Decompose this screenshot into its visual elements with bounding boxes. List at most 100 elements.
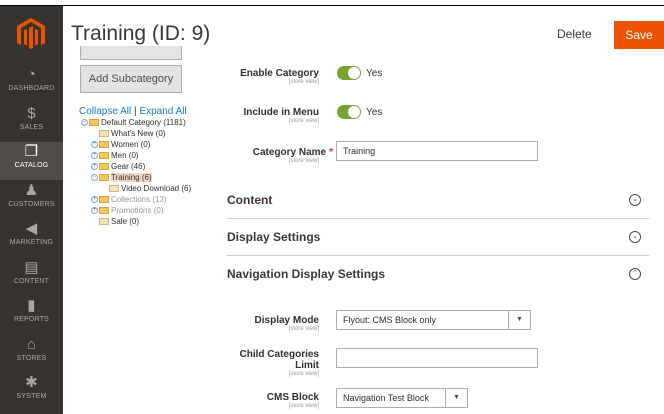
dashboard-icon: ◔ — [26, 66, 37, 83]
link-separator: | — [134, 106, 137, 117]
folder-icon — [99, 163, 109, 171]
tree-node-label: Men (0) — [111, 151, 139, 160]
tree-node[interactable]: + Collections (13) — [91, 194, 167, 205]
sidebar-item-content[interactable]: ▤ CONTENT — [0, 258, 63, 296]
tree-node-label: What's New (0) — [111, 129, 166, 138]
expand-icon[interactable]: + — [91, 207, 98, 215]
display-settings-section[interactable]: Display Settings ⌄ — [227, 219, 649, 256]
tree-node-label: Collections (13) — [111, 195, 167, 204]
cube-icon: ❒ — [24, 143, 39, 160]
required-marker: * — [329, 147, 333, 158]
tree-node[interactable]: + Women (0) — [91, 139, 150, 150]
include-in-menu-label: Include in Menu [store view] — [243, 107, 319, 124]
tree-node-label: Promotions (0) — [111, 206, 164, 215]
content-section-title: Content — [227, 193, 273, 207]
tree-node[interactable]: + Gear (46) — [91, 161, 145, 172]
folder-icon — [99, 196, 109, 204]
delete-button[interactable]: Delete — [557, 27, 592, 41]
folder-icon — [99, 207, 109, 215]
folder-icon — [99, 174, 109, 182]
chevron-down-icon[interactable]: ⌄ — [629, 194, 641, 206]
megaphone-icon: ◀ — [25, 220, 38, 237]
content-section[interactable]: Content ⌄ — [227, 182, 649, 219]
chevron-down-icon[interactable]: ⌄ — [629, 231, 641, 243]
add-root-category-button[interactable] — [80, 46, 182, 60]
display-mode-select[interactable]: Flyout: CMS Block only ▼ — [336, 310, 531, 330]
page-icon — [99, 218, 109, 226]
enable-category-value: Yes — [366, 68, 383, 79]
tree-node[interactable]: Sale (0) — [91, 216, 139, 227]
tree-node-label: Default Category (1181) — [101, 118, 186, 127]
dollar-icon: $ — [27, 105, 36, 122]
add-subcategory-button[interactable]: Add Subcategory — [80, 65, 182, 93]
child-categories-limit-label: Child Categories Limit [store view] — [239, 349, 319, 377]
gear-icon: ✱ — [25, 374, 38, 391]
tree-node-label: Sale (0) — [111, 217, 140, 226]
save-button[interactable]: Save — [614, 21, 664, 49]
tree-node-label: Gear (46) — [111, 162, 146, 171]
tree-node[interactable]: + Promotions (0) — [91, 205, 163, 216]
tree-controls: Collapse All | Expand All — [79, 106, 187, 117]
content-icon: ▤ — [24, 259, 39, 276]
tree-node-label: Video Download (6) — [121, 184, 192, 193]
folder-icon — [99, 152, 109, 160]
include-in-menu-toggle[interactable] — [337, 105, 361, 119]
navigation-display-title: Navigation Display Settings — [227, 267, 386, 281]
sidebar-item-label: CONTENT — [13, 278, 50, 285]
expand-icon[interactable]: + — [91, 196, 98, 204]
admin-sidebar: ◔ DASHBOARD $ SALES ❒ CATALOG ♟ CUSTOMERS ◀ MARKE… — [0, 6, 63, 414]
expand-all-link[interactable]: Expand All — [139, 106, 186, 117]
sidebar-item-catalog[interactable]: ❒ CATALOG — [0, 142, 63, 180]
enable-category-toggle[interactable] — [337, 66, 361, 80]
page-icon — [109, 185, 119, 193]
display-mode-label: Display Mode [store view] — [254, 315, 319, 332]
dropdown-arrow-icon: ▼ — [445, 389, 467, 407]
child-categories-limit-input[interactable] — [336, 348, 538, 368]
sidebar-item-label: CATALOG — [14, 162, 49, 169]
expand-icon[interactable]: + — [91, 152, 98, 160]
enable-category-label: Enable Category [store view] — [240, 68, 319, 85]
folder-icon — [89, 119, 99, 127]
sidebar-item-sales[interactable]: $ SALES — [0, 104, 63, 142]
include-in-menu-value: Yes — [366, 107, 383, 118]
sidebar-item-marketing[interactable]: ◀ MARKETING — [0, 219, 63, 257]
category-name-label: Category Name * [store view] — [252, 147, 333, 164]
tree-node-label: Women (0) — [111, 140, 151, 149]
collapse-all-link[interactable]: Collapse All — [79, 106, 131, 117]
tree-node[interactable]: What's New (0) — [91, 128, 165, 139]
sidebar-item-stores[interactable]: ⌂ STORES — [0, 335, 63, 373]
expand-icon[interactable]: + — [91, 163, 98, 171]
sidebar-item-label: MARKETING — [9, 239, 54, 246]
sidebar-item-label: CUSTOMERS — [8, 201, 55, 208]
expand-icon[interactable]: + — [91, 141, 98, 149]
bar-chart-icon: ▮ — [27, 297, 36, 314]
folder-icon — [99, 141, 109, 149]
sidebar-item-dashboard[interactable]: ◔ DASHBOARD — [0, 65, 63, 103]
magento-logo[interactable] — [14, 16, 48, 52]
collapse-icon[interactable]: − — [81, 119, 88, 127]
tree-node[interactable]: + Men (0) — [91, 150, 139, 161]
cms-block-select[interactable]: Navigation Test Block ▼ — [336, 388, 468, 408]
collapse-icon[interactable]: − — [91, 174, 98, 182]
navigation-display-section[interactable]: Navigation Display Settings ⌃ — [227, 256, 649, 293]
cms-block-label: CMS Block [store view] — [266, 392, 319, 409]
sidebar-item-label: SALES — [19, 124, 44, 131]
tree-node[interactable]: − Default Category (1181) — [81, 117, 186, 128]
chevron-up-icon[interactable]: ⌃ — [629, 268, 641, 280]
store-icon: ⌂ — [26, 336, 37, 353]
person-icon: ♟ — [24, 182, 39, 199]
tree-node-label: Training (6) — [111, 173, 152, 182]
display-settings-title: Display Settings — [227, 230, 321, 244]
sidebar-item-label: DASHBOARD — [8, 85, 55, 92]
sidebar-item-label: STORES — [16, 355, 47, 362]
sidebar-item-reports[interactable]: ▮ REPORTS — [0, 296, 63, 334]
page-icon — [99, 130, 109, 138]
tree-node[interactable]: − Training (6) — [91, 172, 152, 183]
page-title: Training (ID: 9) — [71, 22, 211, 45]
sidebar-item-system[interactable]: ✱ SYSTEM — [0, 373, 63, 411]
sidebar-item-label: REPORTS — [13, 316, 50, 323]
sidebar-item-customers[interactable]: ♟ CUSTOMERS — [0, 181, 63, 219]
tree-node[interactable]: Video Download (6) — [101, 183, 191, 194]
sidebar-item-label: SYSTEM — [16, 393, 47, 400]
category-name-input[interactable]: Training — [336, 141, 538, 161]
